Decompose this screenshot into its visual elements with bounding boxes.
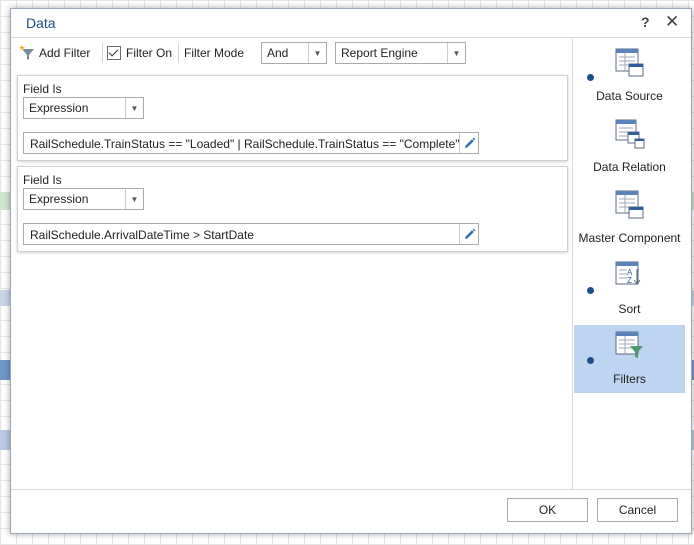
filter-panel: Field Is Expression ▼ RailSchedule.Arriv… bbox=[17, 166, 568, 252]
filter-on-check[interactable] bbox=[107, 46, 121, 60]
field-type-value: Expression bbox=[29, 192, 89, 206]
add-filter-button[interactable]: Add Filter bbox=[19, 39, 90, 67]
master-component-icon bbox=[615, 190, 644, 219]
filter-mode-value: And bbox=[267, 46, 289, 60]
close-icon[interactable]: ✕ bbox=[665, 12, 679, 32]
svg-text:Z: Z bbox=[627, 276, 632, 285]
field-type-value: Expression bbox=[29, 101, 89, 115]
cancel-button[interactable]: Cancel bbox=[597, 498, 678, 522]
title-bar: Data ? ✕ bbox=[11, 9, 691, 38]
sidebar-item-label: Master Component bbox=[578, 231, 681, 245]
expression-text[interactable]: RailSchedule.TrainStatus == "Loaded" | R… bbox=[30, 137, 460, 151]
chevron-down-icon[interactable]: ▼ bbox=[308, 43, 326, 63]
expression-input[interactable]: RailSchedule.TrainStatus == "Loaded" | R… bbox=[23, 132, 479, 154]
filter-on-checkbox[interactable]: Filter On bbox=[107, 39, 172, 67]
chevron-down-icon[interactable]: ▼ bbox=[125, 98, 143, 118]
sidebar-item-label: Data Relation bbox=[593, 160, 666, 174]
pencil-icon[interactable] bbox=[459, 133, 478, 153]
expression-text[interactable]: RailSchedule.ArrivalDateTime > StartDate bbox=[30, 228, 460, 242]
add-filter-icon bbox=[19, 45, 34, 60]
status-dot bbox=[587, 287, 594, 294]
field-is-label: Field Is bbox=[23, 82, 62, 96]
help-icon[interactable]: ? bbox=[641, 14, 650, 30]
sidebar-item-sort[interactable]: A Z Sort bbox=[574, 255, 685, 323]
sidebar-item-label: Filters bbox=[613, 372, 646, 386]
sidebar-item-label: Data Source bbox=[596, 89, 663, 103]
filter-mode-text: Filter Mode bbox=[184, 46, 245, 60]
chevron-down-icon[interactable]: ▼ bbox=[125, 189, 143, 209]
sidebar-item-filters[interactable]: Filters bbox=[574, 325, 685, 393]
pencil-icon[interactable] bbox=[459, 224, 478, 244]
field-type-select[interactable]: Expression ▼ bbox=[23, 97, 144, 119]
sidebar-item-data-relation[interactable]: Data Relation bbox=[574, 113, 685, 181]
dialog-title: Data bbox=[26, 15, 56, 31]
field-is-label: Field Is bbox=[23, 173, 62, 187]
sidebar-divider bbox=[572, 39, 573, 489]
filter-mode-select[interactable]: And ▼ bbox=[261, 42, 327, 64]
status-dot bbox=[587, 74, 594, 81]
sidebar-item-master-component[interactable]: Master Component bbox=[574, 184, 685, 252]
filter-panel: Field Is Expression ▼ RailSchedule.Train… bbox=[17, 75, 568, 161]
data-relation-icon bbox=[615, 119, 645, 149]
chevron-down-icon[interactable]: ▼ bbox=[447, 43, 465, 63]
add-filter-label: Add Filter bbox=[39, 46, 91, 60]
filter-on-label: Filter On bbox=[126, 46, 173, 60]
sort-icon: A Z bbox=[615, 261, 641, 285]
sidebar-item-label: Sort bbox=[618, 302, 641, 316]
engine-select[interactable]: Report Engine ▼ bbox=[335, 42, 466, 64]
filters-icon bbox=[615, 331, 643, 358]
filter-mode-label: Filter Mode bbox=[184, 39, 244, 67]
data-dialog: Data ? ✕ Add Filter Filter On Filter Mod… bbox=[10, 8, 692, 534]
toolbar-divider bbox=[178, 43, 179, 63]
toolbar-divider bbox=[102, 43, 103, 63]
status-dot bbox=[587, 357, 594, 364]
data-source-icon bbox=[615, 48, 644, 77]
ok-button[interactable]: OK bbox=[507, 498, 588, 522]
expression-input[interactable]: RailSchedule.ArrivalDateTime > StartDate bbox=[23, 223, 479, 245]
engine-value: Report Engine bbox=[341, 46, 418, 60]
footer-divider bbox=[11, 489, 691, 490]
filter-toolbar: Add Filter Filter On Filter Mode And ▼ R… bbox=[13, 39, 570, 67]
sidebar-item-data-source[interactable]: Data Source bbox=[574, 42, 685, 110]
field-type-select[interactable]: Expression ▼ bbox=[23, 188, 144, 210]
